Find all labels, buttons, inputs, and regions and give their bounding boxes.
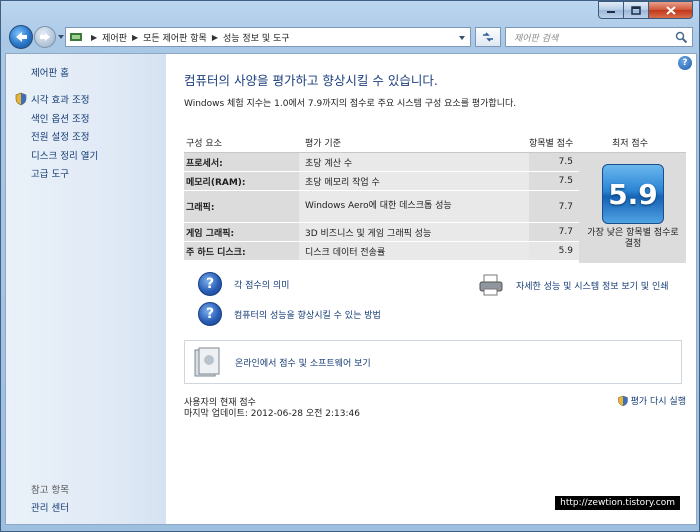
header-criteria: 평가 기준 [305, 139, 341, 149]
search-placeholder: 제어판 검색 [514, 33, 559, 44]
breadcrumb-performance[interactable]: 성능 정보 및 도구 [223, 31, 290, 44]
table-header: 구성 요소 평가 기준 항목별 점수 최저 점수 [184, 134, 686, 153]
online-score-label[interactable]: 온라인에서 점수 및 소프트웨어 보기 [235, 356, 371, 369]
subscore-cell: 7.7 [529, 191, 579, 222]
maximize-icon [631, 5, 641, 15]
subscore-cell: 7.5 [529, 172, 579, 190]
component-cell: 주 하드 디스크: [184, 242, 299, 260]
back-button[interactable] [9, 25, 33, 49]
forward-button[interactable] [34, 26, 56, 48]
base-score-caption: 가장 낮은 항목별 점수로 결정 [587, 228, 679, 249]
help-question-icon: ? [198, 302, 222, 326]
subscore-cell: 7.7 [529, 223, 579, 241]
header-component: 구성 요소 [186, 139, 222, 149]
header-base-score: 최저 점수 [612, 139, 648, 149]
minimize-icon [607, 11, 615, 13]
page-title: 컴퓨터의 사양을 평가하고 향상시킬 수 있습니다. [184, 73, 438, 88]
link-detailed-info[interactable]: 자세한 성능 및 시스템 정보 보기 및 인쇄 [478, 274, 669, 296]
criteria-cell: 초당 계산 수 [299, 153, 529, 171]
link-score-meaning[interactable]: ? 각 점수의 의미 [198, 272, 289, 296]
breadcrumb-separator: ▶ [132, 32, 139, 42]
criteria-cell: 3D 비즈니스 및 게임 그래픽 성능 [299, 223, 529, 241]
refresh-button[interactable] [475, 27, 501, 47]
component-cell: 게임 그래픽: [184, 223, 299, 241]
history-dropdown-icon[interactable] [57, 33, 65, 41]
address-bar[interactable]: ▶ 제어판 ▶ 모든 제어판 항목 ▶ 성능 정보 및 도구 [65, 27, 471, 47]
rerun-assessment-link[interactable]: 평가 다시 실행 [617, 394, 686, 407]
sidebar-item-disk-cleanup[interactable]: 디스크 정리 열기 [31, 148, 98, 162]
maximize-button[interactable] [624, 1, 649, 19]
sidebar-home-link[interactable]: 제어판 홈 [31, 65, 69, 79]
online-score-box[interactable]: 온라인에서 점수 및 소프트웨어 보기 [184, 340, 682, 384]
breadcrumb-control-panel[interactable]: 제어판 [102, 31, 127, 44]
criteria-cell: 디스크 데이터 전송률 [299, 242, 529, 260]
link-improve-performance[interactable]: ? 컴퓨터의 성능을 향상시킬 수 있는 방법 [198, 302, 381, 326]
component-cell: 프로세서: [184, 153, 299, 171]
caption-buttons [598, 1, 693, 19]
refresh-icon [483, 32, 493, 42]
content-area: 제어판 홈 시각 효과 조정 색인 옵션 조정 전원 설정 조정 디스크 정리 … [5, 53, 697, 525]
criteria-cell: Windows Aero에 대한 데스크톱 성능 [299, 191, 529, 222]
help-question-icon: ? [198, 272, 222, 296]
component-cell: 메모리(RAM): [184, 172, 299, 190]
sidebar-item-action-center[interactable]: 관리 센터 [31, 500, 69, 514]
close-button[interactable] [649, 1, 693, 19]
watermark: http://zewtion.tistory.com [555, 496, 680, 510]
score-table: 구성 요소 평가 기준 항목별 점수 최저 점수 프로세서: 초당 계산 수 7… [184, 134, 686, 263]
breadcrumb-all-items[interactable]: 모든 제어판 항목 [143, 31, 207, 44]
shield-icon [15, 92, 27, 106]
address-dropdown-icon[interactable] [458, 34, 466, 42]
minimize-button[interactable] [598, 1, 624, 19]
close-icon [665, 5, 676, 15]
link-score-meaning-label[interactable]: 각 점수의 의미 [234, 278, 289, 291]
navigation-bar: ▶ 제어판 ▶ 모든 제어판 항목 ▶ 성능 정보 및 도구 제어판 검색 [5, 23, 697, 51]
help-button[interactable]: ? [678, 56, 692, 70]
breadcrumb-separator: ▶ [91, 32, 98, 42]
link-detailed-info-label[interactable]: 자세한 성능 및 시스템 정보 보기 및 인쇄 [516, 279, 669, 292]
criteria-cell: 초당 메모리 작업 수 [299, 172, 529, 190]
page-description: Windows 체험 지수는 1.0에서 7.9까지의 점수로 주요 시스템 구… [184, 99, 517, 109]
breadcrumb-separator: ▶ [211, 32, 218, 42]
subscore-cell: 5.9 [529, 242, 579, 260]
header-subscore: 항목별 점수 [529, 139, 574, 149]
main-panel: ? 컴퓨터의 사양을 평가하고 향상시킬 수 있습니다. Windows 체험 … [166, 54, 696, 524]
arrow-right-icon [40, 33, 50, 41]
subscore-cell: 7.5 [529, 153, 579, 171]
component-cell: 그래픽: [184, 191, 299, 222]
search-icon[interactable] [675, 31, 688, 44]
link-improve-performance-label[interactable]: 컴퓨터의 성능을 향상시킬 수 있는 방법 [234, 308, 381, 321]
base-score-badge: 5.9 [602, 164, 664, 224]
see-also-title: 참고 항목 [31, 485, 69, 496]
printer-icon [479, 274, 503, 296]
arrow-left-icon [16, 32, 27, 42]
control-panel-icon [70, 33, 82, 41]
shield-icon [617, 395, 628, 406]
sidebar-item-indexing[interactable]: 색인 옵션 조정 [31, 111, 89, 125]
window-frame: ▶ 제어판 ▶ 모든 제어판 항목 ▶ 성능 정보 및 도구 제어판 검색 제어… [0, 0, 700, 532]
sidebar: 제어판 홈 시각 효과 조정 색인 옵션 조정 전원 설정 조정 디스크 정리 … [6, 54, 166, 524]
last-update-label: 마지막 업데이트: 2012-06-28 오전 2:13:46 [184, 409, 360, 419]
sidebar-item-advanced-tools[interactable]: 고급 도구 [31, 166, 69, 180]
sidebar-item-power[interactable]: 전원 설정 조정 [31, 129, 89, 143]
rerun-assessment-label[interactable]: 평가 다시 실행 [631, 394, 686, 407]
sidebar-item-visual-effects[interactable]: 시각 효과 조정 [31, 92, 89, 106]
search-box[interactable]: 제어판 검색 [505, 27, 693, 47]
software-box-icon [194, 347, 220, 377]
